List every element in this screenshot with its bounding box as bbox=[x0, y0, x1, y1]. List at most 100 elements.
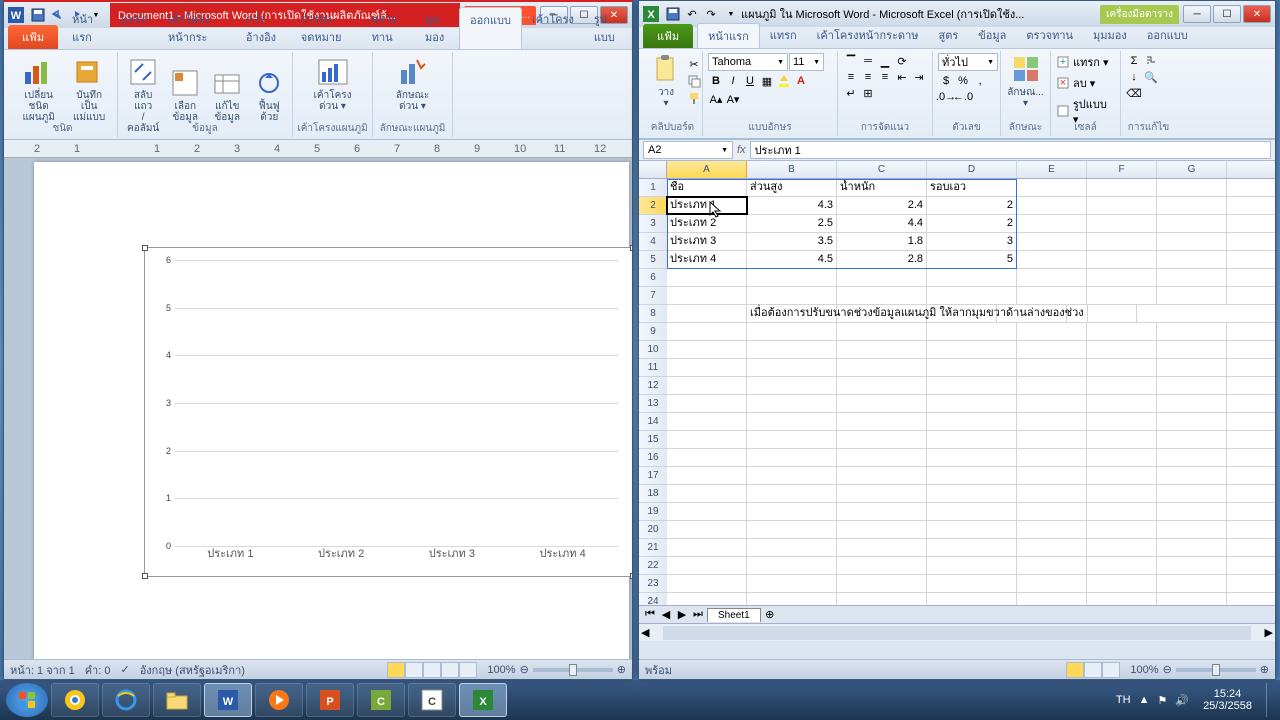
minimize-button[interactable]: ─ bbox=[1183, 5, 1211, 23]
cell[interactable] bbox=[747, 521, 837, 538]
page-break-view[interactable] bbox=[1102, 662, 1120, 678]
app-taskbar-icon[interactable]: C bbox=[408, 683, 456, 717]
cell[interactable] bbox=[667, 287, 747, 304]
cell[interactable] bbox=[667, 269, 747, 286]
cell[interactable]: น้ำหนัก bbox=[837, 179, 927, 196]
cell[interactable] bbox=[1087, 251, 1157, 268]
cell[interactable] bbox=[837, 503, 927, 520]
ribbon-tab[interactable]: มุมมอง bbox=[415, 7, 459, 49]
proofing-icon[interactable]: ✓ bbox=[120, 663, 129, 676]
cell[interactable] bbox=[837, 467, 927, 484]
cell[interactable] bbox=[1087, 359, 1157, 376]
cell[interactable] bbox=[927, 539, 1017, 556]
cell[interactable] bbox=[927, 521, 1017, 538]
cell[interactable] bbox=[1017, 395, 1087, 412]
cell[interactable] bbox=[667, 503, 747, 520]
cell[interactable] bbox=[1087, 197, 1157, 214]
cell[interactable] bbox=[1157, 593, 1227, 605]
cell[interactable] bbox=[1017, 197, 1087, 214]
cell[interactable] bbox=[1087, 323, 1157, 340]
document-page[interactable]: 0123456 ประเภท 1ประเภท 2ประเภท 3ประเภท 4 bbox=[34, 162, 629, 660]
cell[interactable] bbox=[747, 593, 837, 605]
column-header[interactable]: B bbox=[747, 161, 837, 178]
column-header[interactable]: C bbox=[837, 161, 927, 178]
cell[interactable] bbox=[667, 359, 747, 376]
edit-data-button[interactable]: แก้ไขข้อมูล bbox=[207, 65, 247, 125]
formula-input[interactable]: ประเภท 1 bbox=[750, 141, 1271, 159]
cell[interactable] bbox=[927, 503, 1017, 520]
chart-resize-handle[interactable] bbox=[630, 245, 632, 251]
currency-icon[interactable]: $ bbox=[938, 73, 954, 89]
cell[interactable] bbox=[837, 485, 927, 502]
cell[interactable] bbox=[1017, 503, 1087, 520]
cell[interactable] bbox=[1017, 467, 1087, 484]
cell[interactable] bbox=[1087, 539, 1157, 556]
cell[interactable] bbox=[747, 413, 837, 430]
action-center-icon[interactable]: ⚑ bbox=[1157, 694, 1167, 707]
cell[interactable] bbox=[747, 449, 837, 466]
row-header[interactable]: 13 bbox=[639, 395, 667, 413]
cell[interactable] bbox=[927, 593, 1017, 605]
cell[interactable] bbox=[667, 485, 747, 502]
media-player-taskbar-icon[interactable] bbox=[255, 683, 303, 717]
cell[interactable] bbox=[1017, 269, 1087, 286]
percent-icon[interactable]: % bbox=[955, 73, 971, 89]
cell[interactable] bbox=[1017, 179, 1087, 196]
row-header[interactable]: 12 bbox=[639, 377, 667, 395]
cell-styles-button[interactable]: ลักษณ...▾ bbox=[1006, 53, 1045, 109]
cell[interactable]: รอบเอว bbox=[927, 179, 1017, 196]
cell[interactable]: 2.5 bbox=[747, 215, 837, 232]
cell[interactable] bbox=[837, 287, 927, 304]
cell[interactable] bbox=[1157, 395, 1227, 412]
cell[interactable] bbox=[927, 413, 1017, 430]
row-header[interactable]: 14 bbox=[639, 413, 667, 431]
new-sheet-icon[interactable]: ⊕ bbox=[763, 608, 777, 622]
cell[interactable] bbox=[1087, 503, 1157, 520]
cell[interactable] bbox=[837, 593, 927, 605]
volume-icon[interactable]: 🔊 bbox=[1175, 694, 1189, 707]
word-document-area[interactable]: 2112345678910111213 0123456 ประเภท 1ประเ… bbox=[4, 140, 632, 660]
decrease-font-icon[interactable]: A▾ bbox=[725, 91, 741, 107]
cell[interactable] bbox=[1017, 215, 1087, 232]
cell[interactable] bbox=[837, 395, 927, 412]
cut-icon[interactable]: ✂ bbox=[686, 56, 702, 72]
page-count[interactable]: หน้า: 1 จาก 1 bbox=[10, 661, 75, 679]
cell[interactable] bbox=[1087, 485, 1157, 502]
font-size-select[interactable]: 11▼ bbox=[789, 53, 824, 71]
chart-resize-handle[interactable] bbox=[142, 245, 148, 251]
cell[interactable] bbox=[747, 287, 837, 304]
cell[interactable] bbox=[837, 575, 927, 592]
undo-icon[interactable]: ↶ bbox=[684, 6, 700, 22]
cell[interactable] bbox=[1157, 413, 1227, 430]
cell[interactable]: 3 bbox=[927, 233, 1017, 250]
cell[interactable] bbox=[927, 575, 1017, 592]
cell[interactable] bbox=[1157, 485, 1227, 502]
sheet-nav-prev[interactable]: ◀ bbox=[659, 608, 673, 622]
cell[interactable] bbox=[667, 449, 747, 466]
zoom-out-button[interactable]: ⊖ bbox=[1163, 663, 1172, 676]
chart-object[interactable]: 0123456 ประเภท 1ประเภท 2ประเภท 3ประเภท 4 bbox=[144, 247, 632, 577]
ribbon-tab[interactable]: การอ้างอิง bbox=[236, 7, 291, 49]
excel-context-tab[interactable]: เครื่องมือตาราง bbox=[1100, 5, 1179, 24]
cell[interactable] bbox=[1087, 269, 1157, 286]
row-header[interactable]: 17 bbox=[639, 467, 667, 485]
excel-file-button[interactable]: แฟ้ม bbox=[643, 24, 693, 48]
cell[interactable] bbox=[1087, 377, 1157, 394]
autosum-icon[interactable]: Σ bbox=[1126, 53, 1142, 69]
cell[interactable] bbox=[1157, 449, 1227, 466]
sheet-nav-next[interactable]: ▶ bbox=[675, 608, 689, 622]
cell[interactable] bbox=[1017, 359, 1087, 376]
save-as-template-button[interactable]: บันทึกเป็นแม่แบบ bbox=[66, 54, 112, 125]
zoom-level[interactable]: 100% bbox=[1130, 664, 1158, 676]
cell[interactable] bbox=[837, 431, 927, 448]
row-header[interactable]: 4 bbox=[639, 233, 667, 251]
cell[interactable] bbox=[1157, 467, 1227, 484]
copy-icon[interactable] bbox=[686, 73, 702, 89]
cell[interactable] bbox=[1087, 467, 1157, 484]
cell[interactable] bbox=[747, 485, 837, 502]
cell[interactable]: ส่วนสูง bbox=[747, 179, 837, 196]
cell[interactable] bbox=[1157, 341, 1227, 358]
select-data-button[interactable]: เลือกข้อมูล bbox=[165, 65, 205, 125]
zoom-slider[interactable] bbox=[533, 668, 613, 672]
cell[interactable]: 1.8 bbox=[837, 233, 927, 250]
